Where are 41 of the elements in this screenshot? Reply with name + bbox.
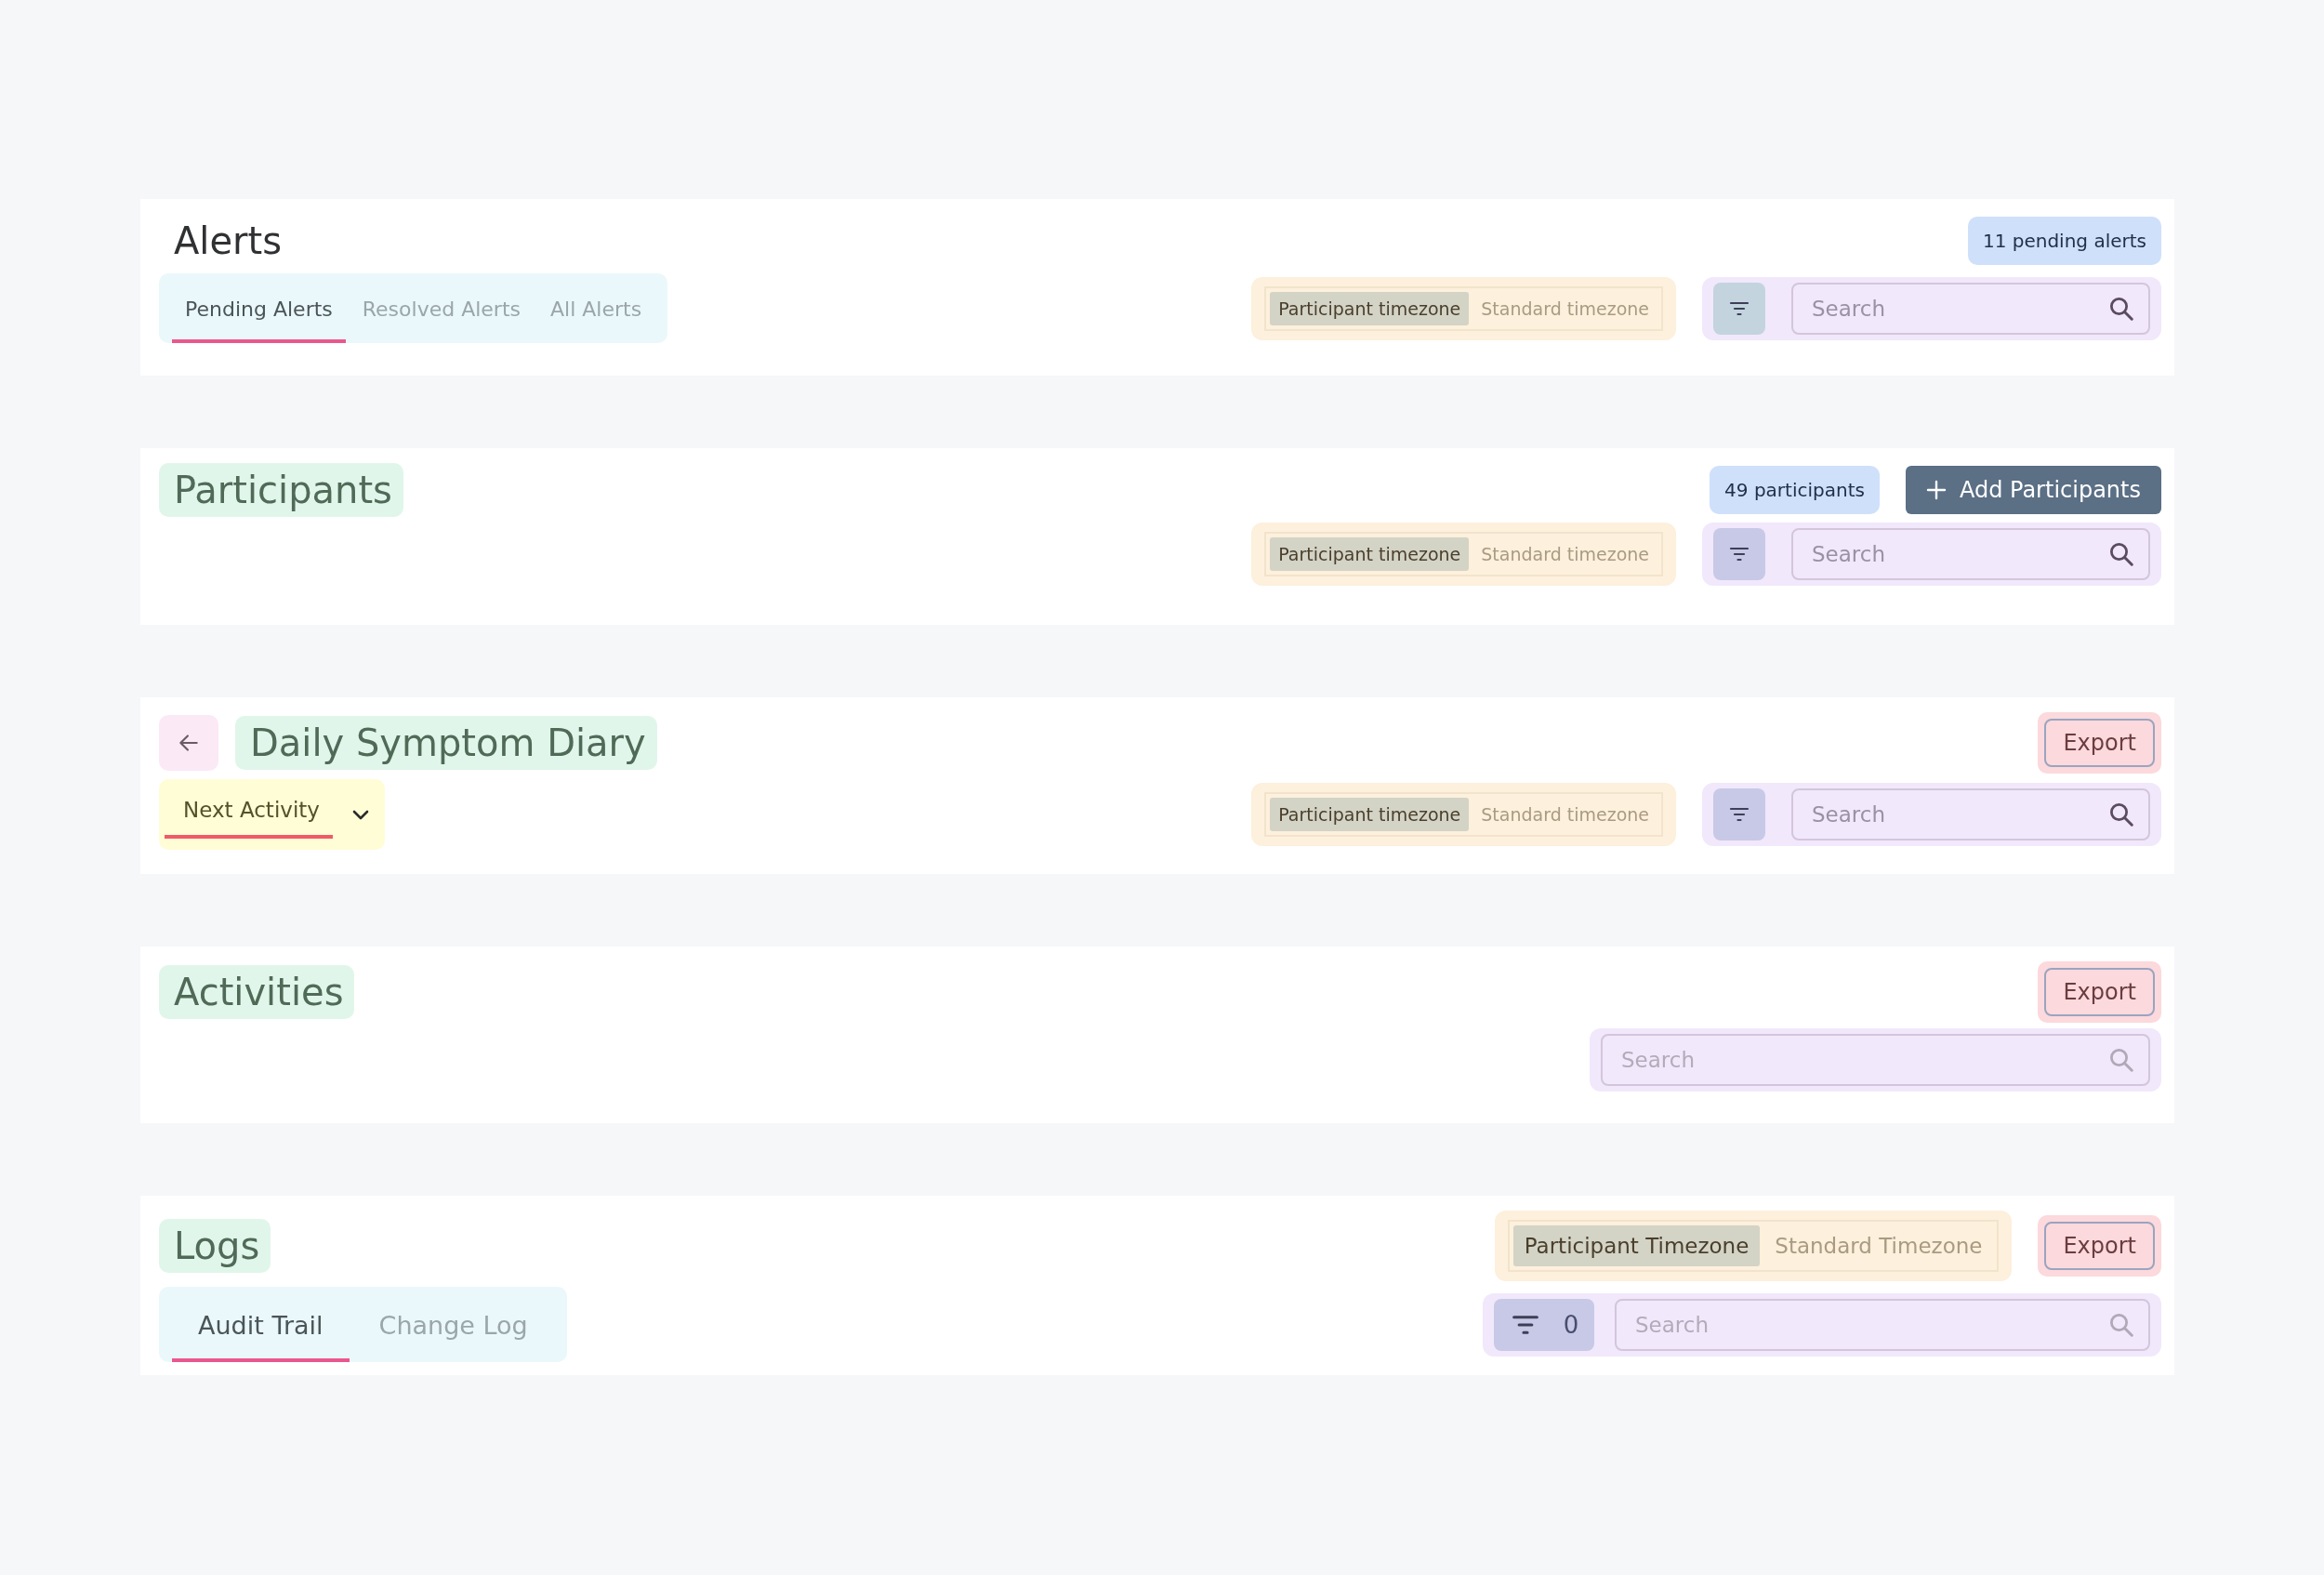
page-title: Participants: [159, 463, 403, 517]
search-input[interactable]: Search: [1810, 295, 2107, 322]
filter-icon: [1729, 547, 1750, 562]
search-field[interactable]: Search: [1615, 1298, 2150, 1351]
search-input[interactable]: Search: [1810, 541, 2107, 567]
filter-icon: [1729, 300, 1750, 316]
filter-button[interactable]: [1713, 528, 1765, 580]
timezone-option[interactable]: Participant timezone: [1270, 537, 1470, 571]
search-field[interactable]: Search: [1791, 282, 2150, 335]
page-title: Daily Symptom Diary: [235, 716, 657, 770]
page-title: Logs: [159, 1219, 271, 1273]
page-title: Activities: [159, 965, 355, 1019]
page-title: Alerts: [173, 218, 284, 264]
count-badge: 11 pending alerts: [1967, 217, 2161, 265]
search-icon: [2107, 540, 2135, 568]
timezone-option[interactable]: Participant timezone: [1270, 291, 1470, 325]
activity-dropdown[interactable]: Next Activity: [159, 779, 385, 850]
search-icon: [2107, 801, 2135, 828]
export-button[interactable]: Export: [2044, 719, 2155, 767]
add-participants-button[interactable]: Add Participants: [1905, 466, 2161, 514]
filter-button[interactable]: 0: [1494, 1298, 1594, 1351]
search-field[interactable]: Search: [1791, 528, 2150, 580]
export-button[interactable]: Export: [2044, 1222, 2155, 1270]
search-input[interactable]: Search: [1633, 1311, 2107, 1338]
search-field[interactable]: Search: [1601, 1034, 2150, 1086]
search-input[interactable]: Search: [1810, 801, 2107, 827]
timezone-option[interactable]: Participant timezone: [1270, 798, 1470, 831]
count-badge: 49 participants: [1710, 466, 1880, 514]
tab[interactable]: Audit Trail: [172, 1287, 350, 1362]
tab[interactable]: Pending Alerts: [172, 273, 346, 343]
plus-icon: [1925, 480, 1947, 500]
timezone-option[interactable]: Participant Timezone: [1512, 1225, 1761, 1266]
back-button[interactable]: [159, 715, 218, 771]
search-icon: [2107, 1046, 2135, 1074]
export-button[interactable]: Export: [2044, 968, 2155, 1016]
filter-icon: [1729, 807, 1750, 822]
chevron-down-icon: [350, 809, 370, 822]
filter-button[interactable]: [1713, 282, 1765, 335]
filter-button[interactable]: [1713, 788, 1765, 840]
search-field[interactable]: Search: [1791, 788, 2150, 840]
search-input[interactable]: Search: [1619, 1047, 2107, 1073]
